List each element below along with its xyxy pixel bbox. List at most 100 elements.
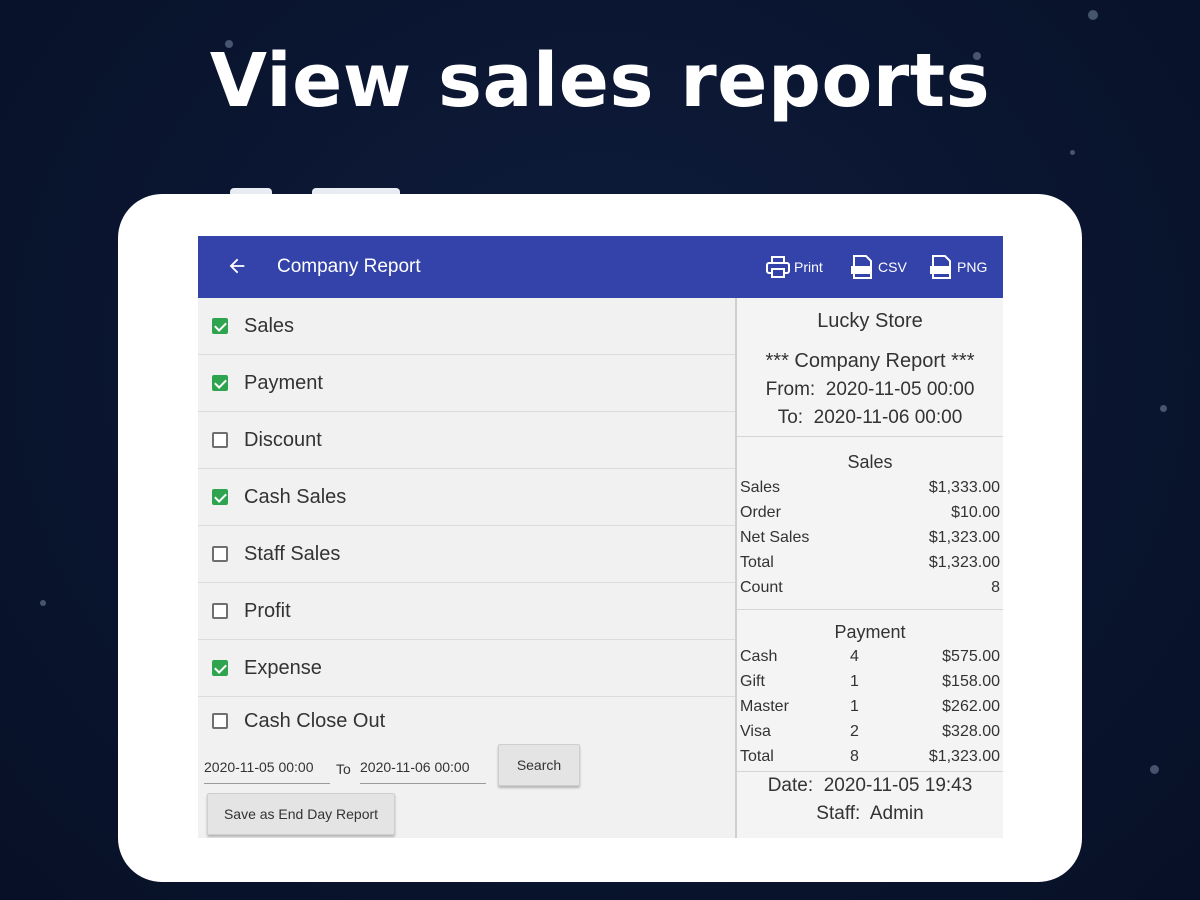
option-label: Profit bbox=[244, 600, 291, 622]
report-options-panel: Sales Payment Discount Cash Sales Staff … bbox=[198, 298, 735, 838]
staff-value: Admin bbox=[869, 803, 924, 824]
row-key: Sales bbox=[740, 479, 781, 496]
option-profit[interactable]: Profit bbox=[198, 583, 735, 640]
checkbox[interactable] bbox=[212, 546, 228, 562]
row-count: 4 bbox=[850, 648, 859, 665]
option-label: Staff Sales bbox=[244, 543, 341, 565]
report-row: Visa 2 $328.00 bbox=[740, 723, 1000, 748]
staff-label: Staff: bbox=[816, 803, 861, 824]
checkbox[interactable] bbox=[212, 489, 228, 505]
report-row: Gift 1 $158.00 bbox=[740, 673, 1000, 698]
option-label: Payment bbox=[244, 372, 323, 394]
option-label: Cash Sales bbox=[244, 486, 347, 508]
row-key: Count bbox=[740, 579, 783, 596]
row-value: $262.00 bbox=[942, 698, 1000, 715]
from-value: 2020-11-05 00:00 bbox=[825, 379, 975, 400]
background-star bbox=[1070, 150, 1075, 155]
csv-file-icon bbox=[851, 255, 872, 279]
checkbox[interactable] bbox=[212, 660, 228, 676]
checkbox[interactable] bbox=[212, 432, 228, 448]
report-row: Cash 4 $575.00 bbox=[740, 648, 1000, 673]
search-button[interactable]: Search bbox=[498, 744, 580, 786]
headline: View sales reports bbox=[209, 38, 991, 124]
back-arrow-icon[interactable] bbox=[226, 255, 248, 277]
option-label: Sales bbox=[244, 315, 295, 337]
sales-heading: Sales bbox=[847, 452, 893, 472]
app-screen: Company Report Print CSV PNG Sales Payme… bbox=[198, 236, 1003, 838]
section-divider bbox=[737, 771, 1003, 772]
option-label: Discount bbox=[244, 429, 322, 451]
row-key: Gift bbox=[740, 673, 765, 690]
row-key: Net Sales bbox=[740, 529, 810, 546]
to-label: To bbox=[336, 761, 351, 777]
row-value: $10.00 bbox=[951, 504, 1000, 521]
report-row: Count 8 bbox=[740, 579, 1000, 604]
print-label: Print bbox=[794, 259, 823, 275]
report-row: Net Sales $1,323.00 bbox=[740, 529, 1000, 554]
option-label: Expense bbox=[244, 657, 322, 679]
option-sales[interactable]: Sales bbox=[198, 298, 735, 355]
png-button[interactable]: PNG bbox=[927, 252, 987, 282]
row-value: $1,333.00 bbox=[928, 479, 1000, 496]
row-value: $1,323.00 bbox=[928, 529, 1000, 546]
report-title: *** Company Report *** bbox=[765, 350, 975, 372]
section-divider bbox=[737, 436, 1003, 437]
payment-heading: Payment bbox=[834, 622, 906, 642]
option-cash-sales[interactable]: Cash Sales bbox=[198, 469, 735, 526]
row-value: $1,323.00 bbox=[928, 554, 1000, 571]
row-value: 8 bbox=[991, 579, 1000, 596]
row-count: 2 bbox=[850, 723, 859, 740]
row-key: Total bbox=[740, 554, 774, 571]
row-count: 1 bbox=[850, 673, 859, 690]
store-name: Lucky Store bbox=[817, 310, 923, 332]
section-divider bbox=[737, 609, 1003, 610]
csv-button[interactable]: CSV bbox=[848, 252, 907, 282]
option-expense[interactable]: Expense bbox=[198, 640, 735, 697]
png-label: PNG bbox=[957, 259, 988, 275]
background-star bbox=[40, 600, 46, 606]
background-star bbox=[1150, 765, 1159, 774]
from-label: From: bbox=[765, 379, 816, 400]
row-key: Master bbox=[740, 698, 789, 715]
row-value: $328.00 bbox=[942, 723, 1000, 740]
checkbox[interactable] bbox=[212, 375, 228, 391]
report-row: Total $1,323.00 bbox=[740, 554, 1000, 579]
print-button[interactable]: Print bbox=[764, 252, 823, 282]
option-staff-sales[interactable]: Staff Sales bbox=[198, 526, 735, 583]
row-value: $575.00 bbox=[942, 648, 1000, 665]
row-key: Cash bbox=[740, 648, 778, 665]
page-title: Company Report bbox=[277, 256, 421, 277]
date-label: Date: bbox=[767, 775, 814, 796]
tablet-frame: Company Report Print CSV PNG Sales Payme… bbox=[118, 194, 1082, 882]
date-value: 2020-11-05 19:43 bbox=[823, 775, 973, 796]
row-key: Order bbox=[740, 504, 781, 521]
row-count: 8 bbox=[850, 748, 859, 765]
report-from: From: 2020-11-05 00:00 bbox=[737, 379, 1003, 401]
row-value: $1,323.00 bbox=[928, 748, 1000, 765]
option-discount[interactable]: Discount bbox=[198, 412, 735, 469]
checkbox[interactable] bbox=[212, 318, 228, 334]
to-value: 2020-11-06 00:00 bbox=[813, 407, 963, 428]
to-date-input[interactable]: 2020-11-06 00:00 bbox=[360, 759, 486, 784]
report-row: Total 8 $1,323.00 bbox=[740, 748, 1000, 773]
to-label: To: bbox=[777, 407, 804, 428]
row-count: 1 bbox=[850, 698, 859, 715]
row-key: Visa bbox=[740, 723, 771, 740]
report-row: Sales $1,333.00 bbox=[740, 479, 1000, 504]
app-bar: Company Report Print CSV PNG bbox=[198, 236, 1003, 298]
option-payment[interactable]: Payment bbox=[198, 355, 735, 412]
report-preview: Lucky Store *** Company Report *** From:… bbox=[737, 298, 1003, 838]
report-to: To: 2020-11-06 00:00 bbox=[737, 407, 1003, 429]
report-row: Order $10.00 bbox=[740, 504, 1000, 529]
option-cash-close-out[interactable]: Cash Close Out bbox=[198, 697, 735, 747]
checkbox[interactable] bbox=[212, 713, 228, 729]
printer-icon bbox=[766, 256, 790, 278]
report-date: Date: 2020-11-05 19:43 bbox=[737, 775, 1003, 797]
background-star bbox=[1160, 405, 1167, 412]
row-key: Total bbox=[740, 748, 774, 765]
checkbox[interactable] bbox=[212, 603, 228, 619]
save-end-day-report-button[interactable]: Save as End Day Report bbox=[207, 793, 395, 835]
option-label: Cash Close Out bbox=[244, 710, 386, 732]
from-date-input[interactable]: 2020-11-05 00:00 bbox=[204, 759, 330, 784]
report-row: Master 1 $262.00 bbox=[740, 698, 1000, 723]
